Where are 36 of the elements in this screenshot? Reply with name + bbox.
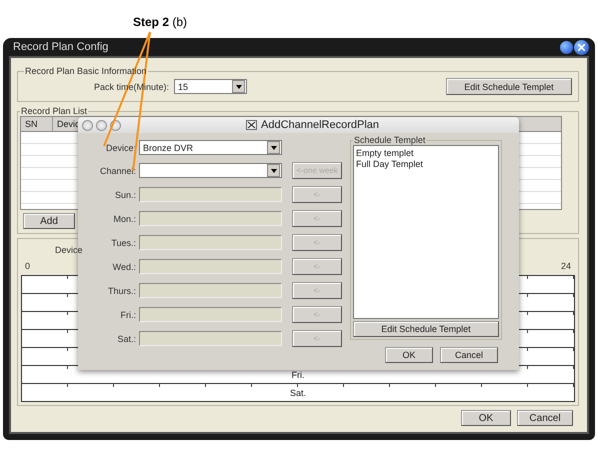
window-title: Record Plan Config <box>13 41 108 53</box>
day-label: Wed.: <box>112 262 136 272</box>
day-label: Sun.: <box>114 190 136 200</box>
step-annotation: Step 2 (b) <box>133 15 188 29</box>
hour-label: 24 <box>560 261 571 271</box>
ok-button[interactable]: OK <box>385 347 433 363</box>
cancel-button[interactable]: Cancel <box>517 410 573 426</box>
device-label: Device <box>55 245 83 255</box>
day-label: Sat.: <box>116 334 136 344</box>
window-control-icon[interactable] <box>96 120 107 130</box>
group-title: Record Plan List <box>20 106 88 116</box>
window-control-icon[interactable] <box>82 120 93 130</box>
column-header[interactable]: SN <box>21 117 53 131</box>
templet-item[interactable]: Full Day Templet <box>356 159 496 170</box>
templet-item[interactable]: Empty templet <box>356 148 496 159</box>
day-label: Mon.: <box>112 214 136 224</box>
edit-schedule-button[interactable]: Edit Schedule Templet <box>353 321 499 337</box>
add-button[interactable]: Add <box>23 213 75 229</box>
edit-schedule-button[interactable]: Edit Schedule Templet <box>446 78 572 95</box>
channel-select[interactable] <box>139 163 282 178</box>
hour-label: 0 <box>25 261 30 271</box>
day-label: Sat. <box>290 388 306 398</box>
cancel-button[interactable]: Cancel <box>440 347 498 363</box>
day-label: Fri. <box>292 370 304 380</box>
close-icon[interactable] <box>574 40 589 54</box>
app-icon <box>246 120 257 130</box>
channel-label: Channel: <box>98 166 136 176</box>
day-label: Tues.: <box>110 238 136 248</box>
minimize-icon[interactable] <box>560 40 573 54</box>
dialog-title: AddChannelRecordPlan <box>261 119 380 131</box>
day-label: Thurs.: <box>106 286 136 296</box>
pack-time-select[interactable]: 15 <box>174 79 248 94</box>
ok-button[interactable]: OK <box>461 410 511 426</box>
day-label: Fri.: <box>120 310 136 320</box>
group-title: Schedule Templet <box>353 135 426 145</box>
device-select[interactable]: Bronze DVR <box>139 140 282 155</box>
